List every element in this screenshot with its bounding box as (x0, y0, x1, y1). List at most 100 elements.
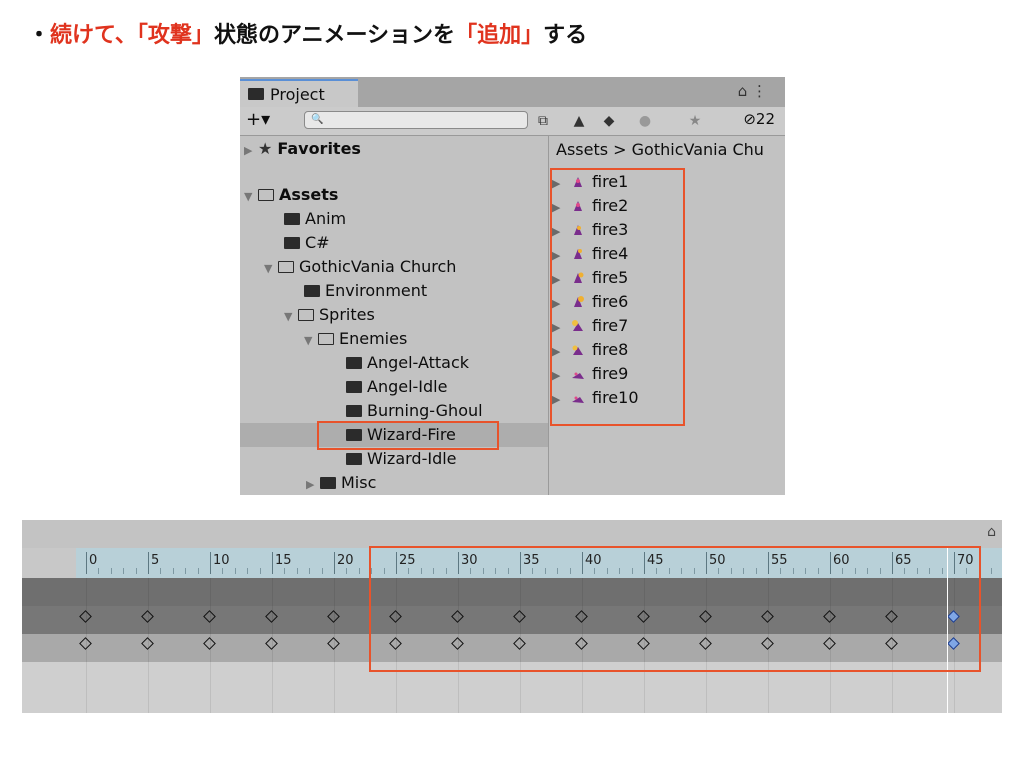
heading-part3: 状態のアニメーションを (213, 23, 456, 48)
hidden-packages-count[interactable]: ⊘22 (743, 110, 775, 128)
heading-bullet: ・ (28, 23, 51, 48)
tree-label: Environment (325, 281, 428, 300)
tree-label: Wizard-Idle (367, 449, 457, 468)
tree-item-sprites[interactable]: ▼ Sprites (284, 303, 592, 327)
heading-part4: 「追加」 (455, 23, 544, 48)
heading-part5: する (543, 23, 588, 48)
expand-arrow-icon[interactable]: ▶ (244, 139, 258, 163)
ruler-tick-label: 10 (213, 553, 230, 568)
folder-icon (284, 213, 300, 225)
project-tab[interactable]: Project (240, 79, 358, 107)
project-tab-bar: Project ⌂ ⋮ (240, 77, 785, 107)
collapse-arrow-icon[interactable]: ▼ (304, 329, 318, 353)
ruler-major-tick (272, 552, 273, 574)
ruler-minor-tick (991, 568, 993, 574)
ruler-minor-tick (135, 568, 137, 574)
tree-item-assets[interactable]: ▼ Assets (244, 183, 552, 207)
favorites-item[interactable]: ▶ ★ Favorites (244, 137, 552, 161)
folder-open-icon (298, 309, 314, 321)
tab-controls[interactable]: ⌂ ⋮ (738, 82, 767, 100)
star-icon: ★ (258, 139, 273, 158)
pane-divider[interactable] (548, 135, 549, 495)
collapse-arrow-icon[interactable]: ▼ (264, 257, 278, 281)
ruler-tick-label: 20 (337, 553, 354, 568)
ruler-minor-tick (284, 568, 286, 574)
tree-label: Anim (305, 209, 347, 228)
project-window: Project ⌂ ⋮ +▾ 🔍 ⧉ ▲ ◆ ● ★ ⊘22 ▶ ★ Favorit… (240, 77, 785, 495)
folder-icon (248, 88, 264, 100)
tree-item-anim[interactable]: Anim (284, 207, 592, 231)
heading-part2: 「攻撃」 (136, 23, 214, 48)
ruler-minor-tick (160, 568, 162, 574)
tree-label: Assets (279, 185, 339, 204)
label-filter-icon[interactable]: ◆ (598, 110, 620, 132)
search-input[interactable]: 🔍 (304, 111, 528, 129)
collapse-arrow-icon[interactable]: ▼ (284, 305, 298, 329)
ruler-tick-label: 5 (151, 553, 160, 568)
ruler-minor-tick (110, 568, 112, 574)
breadcrumb[interactable]: Assets > GothicVania Chu (556, 140, 764, 159)
ruler-minor-tick (197, 568, 199, 574)
tree-label: C# (305, 233, 330, 252)
collapse-arrow-icon[interactable]: ▼ (244, 185, 258, 209)
folder-open-icon (278, 261, 294, 273)
favorites-label: Favorites (277, 139, 361, 158)
folder-icon (304, 285, 320, 297)
tree-label: Misc (341, 473, 377, 492)
tree-item-csharp[interactable]: C# (284, 231, 592, 255)
ruler-minor-tick (172, 568, 174, 574)
project-tab-label: Project (270, 84, 325, 104)
ruler-minor-tick (259, 568, 261, 574)
ruler-major-tick (210, 552, 211, 574)
folder-icon (346, 381, 362, 393)
assets-highlight-box (550, 168, 685, 426)
ruler-tick-label: 15 (275, 553, 292, 568)
ruler-major-tick (148, 552, 149, 574)
heading-part1: 続けて、 (50, 23, 137, 48)
folder-open-icon (258, 189, 274, 201)
ruler-minor-tick (321, 568, 323, 574)
folder-open-icon (318, 333, 334, 345)
ruler-major-tick (334, 552, 335, 574)
ruler-minor-tick (358, 568, 360, 574)
animation-timeline: ⌂ 0 5 10 15 20 25 30 35 40 45 50 55 60 65 70 (22, 520, 1002, 713)
eye-slash-icon: ⊘ (743, 110, 756, 128)
sync-icon[interactable]: ⧉ (532, 110, 554, 132)
ruler-tick-label: 0 (89, 553, 98, 568)
folder-highlight-box (317, 421, 499, 450)
tree-label: Sprites (319, 305, 375, 324)
hidden-count-value: 22 (755, 110, 775, 128)
ruler-major-tick (86, 552, 87, 574)
instruction-heading: ・続けて、「攻撃」状態のアニメーションを「追加」する (28, 18, 587, 54)
ruler-minor-tick (185, 568, 187, 574)
ruler-minor-tick (98, 568, 100, 574)
ruler-minor-tick (222, 568, 224, 574)
ruler-left-gutter (22, 548, 76, 578)
tree-label: Angel-Idle (367, 377, 448, 396)
tree-item-misc[interactable]: ▶ Misc (306, 471, 614, 495)
timeline-header: ⌂ (22, 520, 1002, 548)
folder-icon (346, 405, 362, 417)
tree-label: GothicVania Church (299, 257, 457, 276)
favorite-star-icon[interactable]: ★ (684, 110, 706, 132)
expand-arrow-icon[interactable]: ▶ (306, 473, 320, 495)
ruler-minor-tick (247, 568, 249, 574)
folder-icon (284, 237, 300, 249)
type-filter-icon[interactable]: ▲ (568, 110, 590, 132)
ruler-minor-tick (296, 568, 298, 574)
tree-label: Angel-Attack (367, 353, 470, 372)
search-icon: 🔍 (311, 114, 324, 125)
folder-icon (346, 357, 362, 369)
add-asset-button[interactable]: +▾ (246, 109, 270, 130)
folder-icon (346, 453, 362, 465)
tree-item-wizard-idle[interactable]: Wizard-Idle (346, 447, 654, 471)
globe-icon[interactable]: ● (634, 110, 656, 132)
project-toolbar: +▾ 🔍 ⧉ ▲ ◆ ● ★ ⊘22 (240, 107, 785, 136)
lock-icon[interactable]: ⌂ (987, 524, 996, 540)
keyframes-highlight-box (369, 546, 981, 672)
tree-label: Enemies (339, 329, 408, 348)
tree-item-gothicvania[interactable]: ▼ GothicVania Church (264, 255, 572, 279)
ruler-minor-tick (234, 568, 236, 574)
ruler-minor-tick (309, 568, 311, 574)
ruler-minor-tick (346, 568, 348, 574)
